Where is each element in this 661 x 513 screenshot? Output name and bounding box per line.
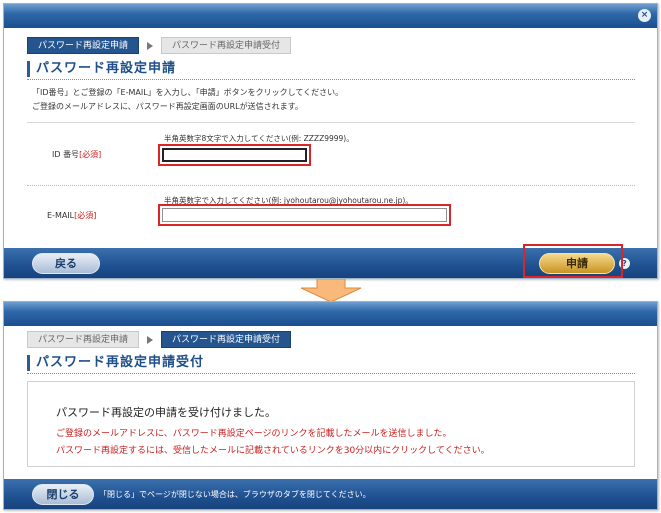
submit-highlight xyxy=(523,244,623,278)
close-button[interactable]: 閉じる xyxy=(32,484,94,505)
title-divider xyxy=(27,79,635,80)
email-label: E-MAIL[必須] xyxy=(47,210,96,221)
chevron-right-icon xyxy=(147,335,154,344)
step-1-request: パスワード再設定申請 xyxy=(27,37,140,54)
step-2-accepted: パスワード再設定申請受付 xyxy=(161,37,292,54)
arrow-down-icon xyxy=(300,279,362,303)
back-button[interactable]: 戻る xyxy=(32,253,100,274)
confirmation-line-1: ご登録のメールアドレスに、パスワード再設定ページのリンクを記載したメールを送信し… xyxy=(56,429,452,439)
id-number-input[interactable] xyxy=(162,148,307,162)
id-label-text: ID 番号 xyxy=(52,150,80,159)
chevron-right-icon xyxy=(147,41,154,50)
id-label: ID 番号[必須] xyxy=(52,149,101,160)
row-divider xyxy=(27,185,635,186)
step-2-accepted: パスワード再設定申請受付 xyxy=(161,331,292,348)
password-reset-request-screen: × パスワード再設定申請 パスワード再設定申請受付 パスワード再設定申請 「ID… xyxy=(3,3,658,279)
title-divider xyxy=(27,373,635,374)
email-label-text: E-MAIL xyxy=(47,211,75,220)
window-title-bar xyxy=(4,302,657,326)
close-note: 「閉じる」でページが閉じない場合は、ブラウザのタブを閉じてください。 xyxy=(99,490,371,499)
id-hint: 半角英数字8文字で入力してください(例: ZZZZ9999)。 xyxy=(164,134,354,143)
email-required-mark: [必須] xyxy=(74,211,97,220)
step-indicator: パスワード再設定申請 パスワード再設定申請受付 xyxy=(27,331,292,348)
id-required-mark: [必須] xyxy=(79,150,102,159)
password-reset-accepted-screen: パスワード再設定申請 パスワード再設定申請受付 パスワード再設定申請受付 パスワ… xyxy=(3,301,658,510)
instruction-line-1: 「ID番号」とご登録の「E-MAIL」を入力し、「申請」ボタンをクリックしてくだ… xyxy=(32,88,344,97)
close-icon[interactable]: × xyxy=(638,9,651,22)
email-input-highlight xyxy=(158,204,451,226)
step-indicator: パスワード再設定申請 パスワード再設定申請受付 xyxy=(27,37,292,54)
step-1-request: パスワード再設定申請 xyxy=(27,331,140,348)
instruction-line-2: ご登録のメールアドレスに、パスワード再設定画面のURLが送信されます。 xyxy=(32,102,303,111)
email-input[interactable] xyxy=(162,208,447,222)
action-bar: 閉じる 「閉じる」でページが閉じない場合は、ブラウザのタブを閉じてください。 xyxy=(4,479,657,509)
page-title: パスワード再設定申請 xyxy=(27,61,176,77)
id-input-highlight xyxy=(158,144,311,166)
confirmation-line-2: パスワード再設定するには、受信したメールに記載されているリンクを30分以内にクリ… xyxy=(56,446,490,456)
confirmation-title: パスワード再設定の申請を受け付けました。 xyxy=(56,406,276,419)
page-title: パスワード再設定申請受付 xyxy=(27,355,204,371)
confirmation-message-box: パスワード再設定の申請を受け付けました。 ご登録のメールアドレスに、パスワード再… xyxy=(27,381,635,467)
window-title-bar: × xyxy=(4,4,657,28)
